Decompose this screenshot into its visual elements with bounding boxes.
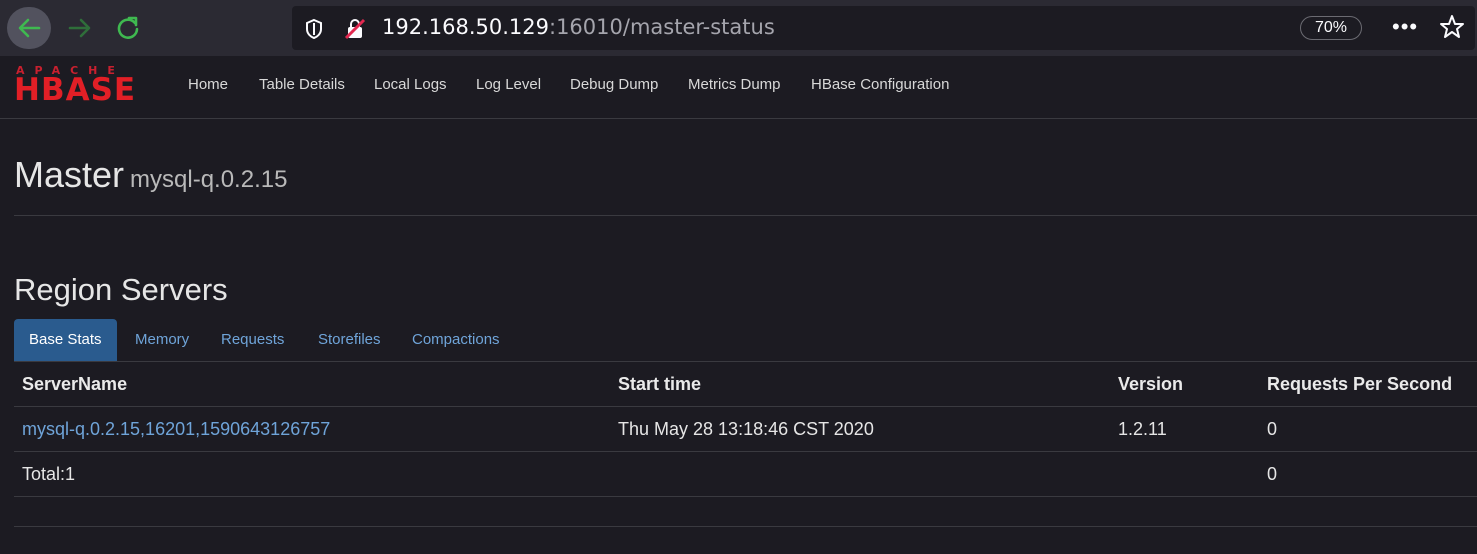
column-header-start-time: Start time bbox=[610, 362, 1110, 407]
url-text[interactable]: 192.168.50.129:16010/master-status bbox=[382, 15, 775, 39]
column-header-servername: ServerName bbox=[14, 362, 610, 407]
nav-item-local-logs[interactable]: Local Logs bbox=[374, 76, 447, 93]
tab-base-stats[interactable]: Base Stats bbox=[14, 319, 117, 361]
nav-item-debug-dump[interactable]: Debug Dump bbox=[570, 76, 658, 93]
master-hostname: mysql-q.0.2.15 bbox=[130, 166, 288, 193]
column-header-version: Version bbox=[1110, 362, 1259, 407]
zoom-level-badge[interactable]: 70% bbox=[1300, 16, 1362, 40]
tab-requests[interactable]: Requests bbox=[221, 319, 284, 361]
divider bbox=[14, 526, 1477, 527]
master-label: Master bbox=[14, 154, 125, 195]
hbase-logo[interactable]: APACHE HBASE bbox=[14, 64, 159, 110]
reload-button[interactable] bbox=[106, 7, 150, 49]
column-header-requests-per-second: Requests Per Second bbox=[1259, 362, 1477, 407]
reload-icon bbox=[117, 16, 139, 39]
total-requests-per-second: 0 bbox=[1259, 451, 1477, 497]
back-button[interactable] bbox=[7, 7, 51, 49]
nav-item-home[interactable]: Home bbox=[188, 76, 228, 93]
arrow-right-icon bbox=[68, 18, 91, 38]
more-actions-icon[interactable]: ••• bbox=[1392, 14, 1418, 40]
version-cell: 1.2.11 bbox=[1110, 406, 1259, 452]
hbase-navbar: APACHE HBASE Home Table Details Local Lo… bbox=[0, 56, 1477, 119]
url-path: :16010/master-status bbox=[549, 15, 775, 39]
nav-item-metrics-dump[interactable]: Metrics Dump bbox=[688, 76, 781, 93]
forward-button[interactable] bbox=[58, 7, 102, 49]
table-header-row: ServerName Start time Version Requests P… bbox=[14, 362, 1477, 407]
star-icon[interactable] bbox=[1439, 14, 1465, 40]
requests-per-second-cell: 0 bbox=[1259, 406, 1477, 452]
tab-compactions[interactable]: Compactions bbox=[412, 319, 500, 361]
arrow-left-icon bbox=[18, 18, 41, 38]
page-title: Master mysql-q.0.2.15 bbox=[14, 154, 287, 196]
region-servers-heading: Region Servers bbox=[14, 272, 228, 307]
table-row: mysql-q.0.2.15,16201,1590643126757 Thu M… bbox=[14, 406, 1477, 452]
shield-icon[interactable] bbox=[304, 18, 324, 40]
tab-memory[interactable]: Memory bbox=[135, 319, 189, 361]
region-servers-table: ServerName Start time Version Requests P… bbox=[14, 362, 1477, 497]
server-name-link[interactable]: mysql-q.0.2.15,16201,1590643126757 bbox=[14, 406, 610, 452]
tab-storefiles[interactable]: Storefiles bbox=[318, 319, 381, 361]
divider bbox=[14, 215, 1477, 216]
total-empty-cell bbox=[1110, 451, 1259, 497]
nav-item-table-details[interactable]: Table Details bbox=[259, 76, 345, 93]
nav-item-log-level[interactable]: Log Level bbox=[476, 76, 541, 93]
url-host: 192.168.50.129 bbox=[382, 15, 549, 39]
table-total-row: Total:1 0 bbox=[14, 451, 1477, 497]
logo-hbase-text: HBASE bbox=[14, 72, 137, 108]
browser-toolbar: 192.168.50.129:16010/master-status 70% •… bbox=[0, 0, 1477, 56]
start-time-cell: Thu May 28 13:18:46 CST 2020 bbox=[610, 406, 1110, 452]
url-bar[interactable]: 192.168.50.129:16010/master-status 70% •… bbox=[292, 6, 1475, 50]
insecure-lock-icon[interactable] bbox=[344, 18, 366, 40]
nav-item-hbase-configuration[interactable]: HBase Configuration bbox=[811, 76, 949, 93]
total-label: Total:1 bbox=[14, 451, 610, 497]
total-empty-cell bbox=[610, 451, 1110, 497]
